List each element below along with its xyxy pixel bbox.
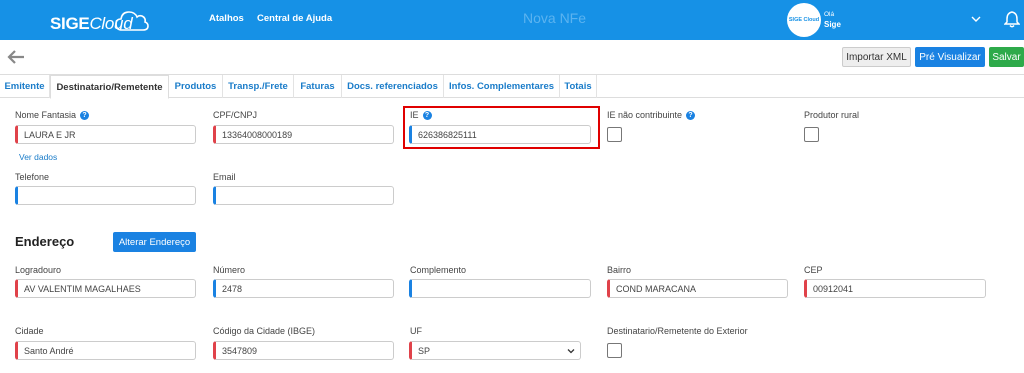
tab-faturas[interactable]: Faturas [294,75,342,98]
cloud-icon [115,11,149,31]
logradouro-field[interactable]: AV VALENTIM MAGALHAES [15,279,196,298]
tab-bar: Emitente Destinatario/Remetente Produtos… [0,74,1024,99]
help-icon[interactable]: ? [80,111,90,121]
uf-label: UF [410,326,422,336]
cep-label: CEP [804,265,823,275]
logradouro-label: Logradouro [15,265,62,275]
tab-totais[interactable]: Totais [560,75,597,98]
help-icon[interactable]: ? [686,111,696,121]
tab-emitente[interactable]: Emitente [0,75,50,98]
numero-label: Número [213,265,246,275]
save-button[interactable]: Salvar [989,47,1024,67]
produtor-rural-checkbox[interactable] [804,127,819,142]
produtor-rural-label: Produtor rural [804,110,860,120]
import-xml-button[interactable]: Importar XML [842,47,911,67]
uf-selected-value: SP [418,345,431,356]
complemento-label: Complemento [410,265,467,275]
nome-fantasia-field[interactable]: LAURA E JR [15,125,196,144]
tab-docs-referenciados[interactable]: Docs. referenciados [342,75,444,98]
back-arrow-icon[interactable] [6,48,26,66]
ver-dados-link[interactable]: Ver dados [19,152,57,162]
chevron-down-icon[interactable] [970,13,982,25]
nome-fantasia-label: Nome Fantasia? [15,110,90,121]
tab-produtos[interactable]: Produtos [169,75,223,98]
telefone-field[interactable] [15,186,196,205]
nav-central-ajuda[interactable]: Central de Ajuda [257,13,332,24]
top-bar: SIGECloud Atalhos Central de Ajuda Nova … [0,0,1024,40]
user-greeting: Olá [824,11,835,18]
codigo-cidade-label: Código da Cidade (IBGE) [213,326,316,336]
ie-nao-contribuinte-label: IE não contribuinte? [607,110,696,121]
email-label: Email [213,172,236,182]
bairro-label: Bairro [607,265,632,275]
cidade-label: Cidade [15,326,44,336]
numero-field[interactable]: 2478 [213,279,394,298]
nome-fantasia-label-text: Nome Fantasia [15,110,77,120]
codigo-cidade-field[interactable]: 3547809 [213,341,394,360]
complemento-field[interactable] [409,279,591,298]
page-title: Nova NFe [523,10,587,26]
cpf-cnpj-field[interactable]: 13364008000189 [213,125,394,144]
sige-cloud-logo[interactable]: SIGECloud [50,8,150,34]
cep-field[interactable]: 00912041 [804,279,986,298]
tab-infos-complementares[interactable]: Infos. Complementares [444,75,560,98]
bairro-field[interactable]: COND MARACANA [607,279,788,298]
email-field[interactable] [213,186,394,205]
avatar: SIGE Cloud [787,3,821,37]
exterior-label: Destinatario/Remetente do Exterior [607,326,748,336]
cpf-cnpj-label: CPF/CNPJ [213,110,258,120]
endereco-heading: Endereço [15,234,75,249]
chevron-down-icon [567,349,575,354]
ie-highlight-box [403,106,600,149]
cidade-field[interactable]: Santo André [15,341,196,360]
ie-nao-contribuinte-checkbox[interactable] [607,127,622,142]
nav-atalhos[interactable]: Atalhos [209,13,244,24]
preview-button[interactable]: Pré Visualizar [915,47,985,67]
logo-main: SIGE [50,14,90,33]
uf-select[interactable]: SP [409,341,581,360]
ie-nao-contribuinte-label-text: IE não contribuinte [607,110,683,120]
bell-icon[interactable] [1004,10,1020,28]
tab-destinatario[interactable]: Destinatario/Remetente [50,75,169,99]
user-name: Sige [824,20,841,29]
tab-transp-frete[interactable]: Transp./Frete [223,75,294,98]
telefone-label: Telefone [15,172,50,182]
alterar-endereco-button[interactable]: Alterar Endereço [113,232,196,252]
exterior-checkbox[interactable] [607,343,622,358]
